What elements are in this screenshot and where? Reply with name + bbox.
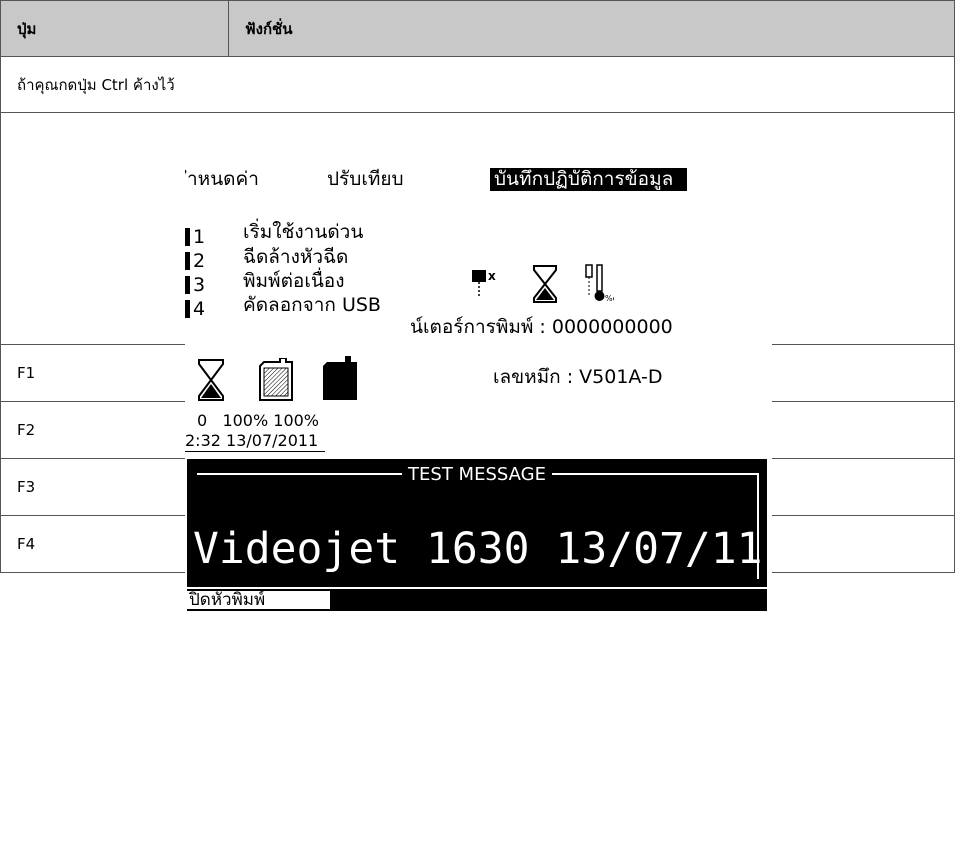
ctrl-note: ถ้าคุณกดปุ่ม Ctrl ค้างไว้ [0,56,955,113]
print-counter: น์เตอร์การพิมพ์ : 0000000000 [410,316,673,338]
fkey-label: พิมพ์ต่อเนื่อง [243,270,345,292]
header-function: ฟังก์ชั่น [228,0,955,57]
message-text: Videojet 1630 13/07/11 12:30 [193,524,772,574]
fkey-number: 1 [193,226,206,248]
printhead-off-icon: x [472,269,496,298]
status-bar: ปิดหัวพิมพ์ [187,589,767,611]
hourglass-icon [198,359,224,401]
svg-text:%c: %c [605,294,614,303]
message-panel: TEST MESSAGE Videojet 1630 13/07/11 12:3… [187,459,772,587]
level-readout: 0 100% 100% [197,411,320,430]
fkey-label: เริ่มใช้งานด่วน [243,221,364,243]
menu-item-log: บันทึกปฏิบัติการข้อมูล [490,168,688,191]
ink-number: เลขหมึก : V501A-D [493,366,663,388]
fkey-number: 3 [193,274,206,296]
menu-item-calibrate: ปรับเทียบ [327,168,404,190]
thermometer-icon: %c [585,264,614,303]
date-underline [185,451,325,452]
fkey-label: ฉีดล้างหัวฉีด [243,246,349,268]
table-note-row: ถ้าคุณกดปุ่ม Ctrl ค้างไว้ [0,56,955,113]
table-header-row: ปุ่ม ฟังก์ชั่น [0,0,955,57]
hourglass-icon [533,265,557,303]
printer-lcd: ำหนดค่า ปรับเทียบ บันทึกปฏิบัติการข้อมูล… [185,168,772,615]
date-time: 2:32 13/07/2011 [185,431,319,450]
ink-cartridge-icon [259,358,293,401]
fkey-number: 4 [193,298,206,320]
fkey-marker [185,252,190,270]
fkey-label: คัดลอกจาก USB [243,294,381,316]
message-title: TEST MESSAGE [402,464,552,485]
fkey-marker [185,300,190,318]
printhead-status: ปิดหัวพิมพ์ [187,591,330,610]
header-key: ปุ่ม [0,0,229,57]
makeup-cartridge-icon [323,356,357,400]
fkey-marker [185,228,190,246]
svg-text:x: x [488,269,496,283]
menu-item-config: ำหนดค่า [187,168,259,190]
fkey-marker [185,276,190,294]
fkey-number: 2 [193,250,206,272]
